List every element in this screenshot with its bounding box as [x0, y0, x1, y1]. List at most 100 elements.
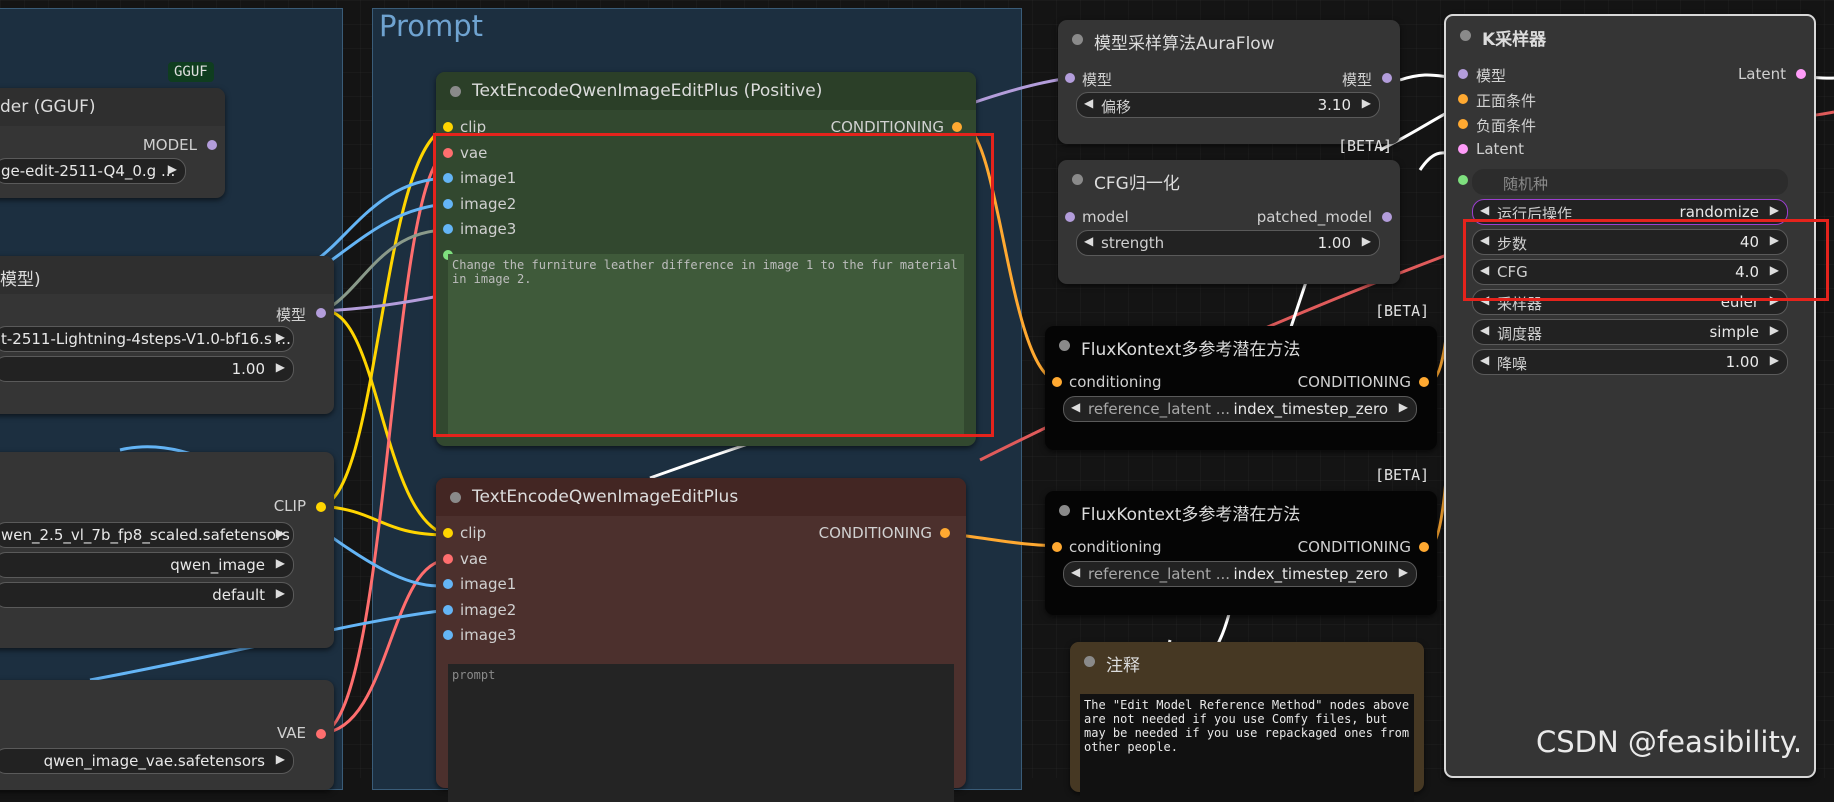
latent-input-dot[interactable]: [1458, 144, 1468, 154]
seed-widget[interactable]: 随机种: [1472, 169, 1788, 195]
collapse-dot[interactable]: [1072, 34, 1083, 45]
node-title: FluxKontext多参考潜在方法: [1081, 340, 1301, 360]
seed-input-dot[interactable]: [1458, 175, 1468, 185]
model-input-dot[interactable]: [1458, 69, 1468, 79]
arrow-right-icon[interactable]: ▶: [276, 526, 285, 540]
image3-input-dot[interactable]: [443, 630, 453, 640]
arrow-left-icon[interactable]: ◀: [1480, 353, 1489, 367]
lora-strength-widget[interactable]: 1.00 ▶: [0, 356, 294, 382]
node-title: 模型): [0, 270, 41, 290]
input-clip-label: clip: [460, 524, 487, 542]
arrow-right-icon[interactable]: ▶: [1770, 353, 1779, 367]
clip-input-dot[interactable]: [443, 528, 453, 538]
vae-input-dot[interactable]: [443, 554, 453, 564]
conditioning-output-dot[interactable]: [1419, 542, 1429, 552]
input-image3-label: image3: [460, 626, 517, 644]
node-title: 注释: [1106, 656, 1140, 676]
clip-loader-node[interactable]: CLIP wen_2.5_vl_7b_fp8_scaled.safetensor…: [0, 452, 334, 648]
model-output-dot[interactable]: [207, 140, 217, 150]
flux-kontext-node-2[interactable]: FluxKontext多参考潜在方法 conditioning CONDITIO…: [1045, 491, 1437, 615]
model-output-dot[interactable]: [316, 308, 326, 318]
beta-badge: [BETA]: [1338, 137, 1393, 155]
collapse-dot[interactable]: [1059, 340, 1070, 351]
reference-latent-method-combo[interactable]: ◀ reference_latent ... index_timestep_ze…: [1063, 396, 1417, 422]
unet-name-combo[interactable]: ge-edit-2511-Q4_0.g ... ▶: [0, 158, 186, 184]
lora-loader-node[interactable]: 模型) 模型 t-2511-Lightning-4steps-V1.0-bf16…: [0, 256, 334, 414]
model-input-dot[interactable]: [1065, 73, 1075, 83]
collapse-dot[interactable]: [1072, 174, 1083, 185]
input-model-label: 模型: [1476, 67, 1507, 85]
arrow-left-icon[interactable]: ◀: [1071, 400, 1080, 414]
image1-input-dot[interactable]: [443, 579, 453, 589]
scheduler-combo[interactable]: ◀ 调度器 simple ▶: [1472, 319, 1788, 345]
arrow-right-icon[interactable]: ▶: [168, 162, 177, 176]
model-output-dot[interactable]: [1382, 73, 1392, 83]
arrow-right-icon[interactable]: ▶: [1770, 323, 1779, 337]
image2-input-dot[interactable]: [443, 605, 453, 615]
denoise-widget[interactable]: ◀ 降噪 1.00 ▶: [1472, 349, 1788, 375]
lora-name-combo[interactable]: t-2511-Lightning-4steps-V1.0-bf16.s ... …: [0, 326, 294, 352]
arrow-right-icon[interactable]: ▶: [1770, 203, 1779, 217]
node-title: K采样器: [1482, 30, 1547, 50]
clip-name-combo[interactable]: wen_2.5_vl_7b_fp8_scaled.safetensors ▶: [0, 522, 294, 548]
cfg-norm-node[interactable]: CFG归一化 model patched_model ◀ strength 1.…: [1058, 160, 1400, 284]
collapse-dot[interactable]: [1059, 505, 1070, 516]
negative-encode-node[interactable]: TextEncodeQwenImageEditPlus clip vae ima…: [436, 478, 966, 802]
ksampler-node[interactable]: K采样器 模型 正面条件 负面条件 Latent Latent 随机种 ◀ 运行…: [1444, 14, 1816, 778]
gguf-badge: GGUF: [168, 62, 214, 82]
clip-input-dot[interactable]: [443, 122, 453, 132]
shift-widget[interactable]: ◀ 偏移 3.10 ▶: [1076, 92, 1380, 118]
node-title: TextEncodeQwenImageEditPlus: [472, 487, 739, 507]
arrow-right-icon[interactable]: ▶: [276, 752, 285, 766]
arrow-left-icon[interactable]: ◀: [1480, 323, 1489, 337]
negative-input-dot[interactable]: [1458, 119, 1468, 129]
strength-widget[interactable]: ◀ strength 1.00 ▶: [1076, 230, 1380, 256]
arrow-right-icon[interactable]: ▶: [276, 330, 285, 344]
arrow-right-icon[interactable]: ▶: [276, 586, 285, 600]
input-vae-label: vae: [460, 550, 488, 568]
conditioning-input-dot[interactable]: [1052, 542, 1062, 552]
arrow-left-icon[interactable]: ◀: [1480, 203, 1489, 217]
auraflow-node[interactable]: 模型采样算法AuraFlow 模型 模型 ◀ 偏移 3.10 ▶: [1058, 20, 1400, 144]
conditioning-output-dot[interactable]: [940, 528, 950, 538]
node-title: CFG归一化: [1094, 174, 1180, 194]
model-output-label: 模型: [275, 306, 306, 324]
positive-input-dot[interactable]: [1458, 94, 1468, 104]
arrow-left-icon[interactable]: ◀: [1084, 234, 1093, 248]
vae-name-combo[interactable]: qwen_image_vae.safetensors ▶: [0, 748, 294, 774]
arrow-left-icon[interactable]: ◀: [1071, 565, 1080, 579]
conditioning-output-dot[interactable]: [952, 122, 962, 132]
arrow-right-icon[interactable]: ▶: [276, 360, 285, 374]
clip-type-combo[interactable]: qwen_image ▶: [0, 552, 294, 578]
note-text[interactable]: The "Edit Model Reference Method" nodes …: [1080, 694, 1414, 802]
flux-kontext-node-1[interactable]: FluxKontext多参考潜在方法 conditioning CONDITIO…: [1045, 326, 1437, 450]
vae-loader-node[interactable]: VAE qwen_image_vae.safetensors ▶: [0, 680, 334, 790]
model-input-label: model: [1082, 208, 1129, 226]
model-input-dot[interactable]: [1065, 212, 1075, 222]
input-positive-label: 正面条件: [1476, 92, 1537, 110]
clip-output-dot[interactable]: [316, 502, 326, 512]
negative-prompt-textarea[interactable]: prompt: [448, 664, 954, 802]
note-node[interactable]: 注释 The "Edit Model Reference Method" nod…: [1070, 642, 1424, 802]
arrow-left-icon[interactable]: ◀: [1084, 96, 1093, 110]
conditioning-output-dot[interactable]: [1419, 377, 1429, 387]
collapse-dot[interactable]: [450, 492, 461, 503]
collapse-dot[interactable]: [1084, 656, 1095, 667]
node-title: der (GGUF): [0, 97, 96, 117]
arrow-right-icon[interactable]: ▶: [1362, 96, 1371, 110]
arrow-right-icon[interactable]: ▶: [1399, 400, 1408, 414]
collapse-dot[interactable]: [1460, 30, 1471, 41]
arrow-right-icon[interactable]: ▶: [1362, 234, 1371, 248]
arrow-right-icon[interactable]: ▶: [276, 556, 285, 570]
reference-latent-method-combo[interactable]: ◀ reference_latent ... index_timestep_ze…: [1063, 561, 1417, 587]
beta-badge: [BETA]: [1375, 466, 1430, 484]
vae-output-dot[interactable]: [316, 729, 326, 739]
conditioning-input-dot[interactable]: [1052, 377, 1062, 387]
collapse-dot[interactable]: [450, 86, 461, 97]
clip-device-combo[interactable]: default ▶: [0, 582, 294, 608]
arrow-right-icon[interactable]: ▶: [1399, 565, 1408, 579]
latent-output-dot[interactable]: [1796, 69, 1806, 79]
patched-model-output-dot[interactable]: [1382, 212, 1392, 222]
unet-loader-node[interactable]: der (GGUF) MODEL ge-edit-2511-Q4_0.g ...…: [0, 88, 225, 198]
input-negative-label: 负面条件: [1476, 117, 1537, 135]
